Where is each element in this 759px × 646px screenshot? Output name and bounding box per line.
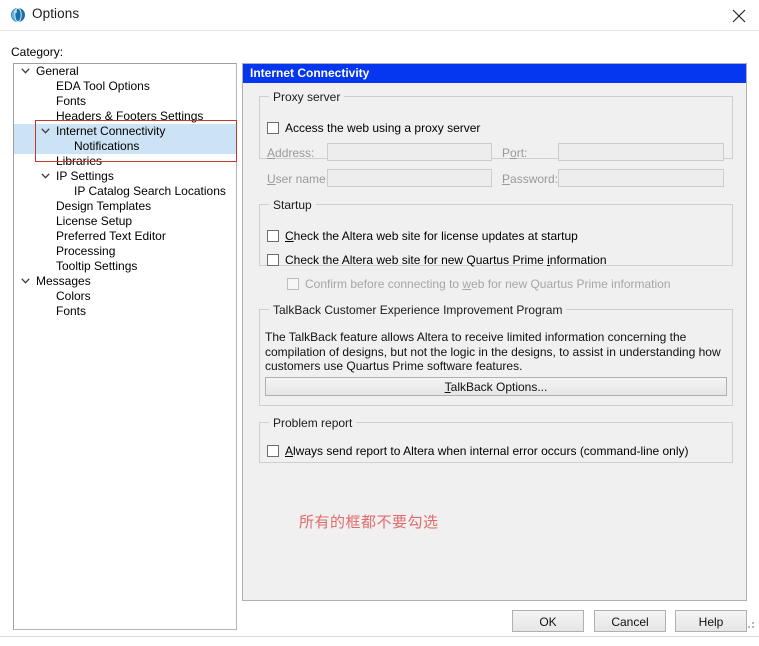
- tree-item[interactable]: Fonts: [14, 94, 236, 109]
- problem-report-group-title: Problem report: [269, 416, 357, 430]
- check-quartus-info-row[interactable]: Check the Altera web site for new Quartu…: [267, 253, 607, 267]
- talkback-group-title: TalkBack Customer Experience Improvement…: [269, 303, 567, 317]
- tree-item-label: Preferred Text Editor: [56, 229, 166, 243]
- resize-grip[interactable]: [744, 618, 756, 630]
- proxy-password-label: Password:: [502, 172, 559, 186]
- category-label: Category:: [11, 45, 64, 59]
- tree-item[interactable]: Headers & Footers Settings: [14, 109, 236, 124]
- tree-item[interactable]: Libraries: [14, 154, 236, 169]
- chevron-down-icon[interactable]: [38, 169, 52, 184]
- window-titlebar: Options: [0, 0, 759, 31]
- tree-item-label: EDA Tool Options: [56, 79, 150, 93]
- chevron-down-icon[interactable]: [18, 64, 32, 79]
- tree-item-label: License Setup: [56, 214, 133, 228]
- tree-item-label: Colors: [56, 289, 91, 303]
- window-title: Options: [32, 6, 80, 21]
- check-license-updates-checkbox[interactable]: [267, 230, 279, 242]
- tree-item[interactable]: Colors: [14, 289, 236, 304]
- ok-button[interactable]: OK: [512, 610, 584, 632]
- confirm-before-connect-checkbox: [287, 278, 299, 290]
- ok-button-label: OK: [539, 615, 557, 629]
- tree-item-label: IP Catalog Search Locations: [74, 184, 226, 198]
- always-send-report-checkbox[interactable]: [267, 445, 279, 457]
- talkback-options-button-label: TalkBack Options...: [444, 380, 548, 394]
- check-license-updates-row[interactable]: Check the Altera web site for license up…: [267, 229, 578, 243]
- tree-item-label: Libraries: [56, 154, 103, 168]
- tree-item[interactable]: General: [14, 64, 236, 79]
- category-tree[interactable]: General EDA Tool Options Fonts Headers & Fo…: [13, 63, 237, 630]
- proxy-server-group-title: Proxy server: [269, 90, 345, 104]
- cancel-button-label: Cancel: [611, 615, 649, 629]
- dialog-footer: OK Cancel Help: [0, 610, 759, 634]
- proxy-port-label: Port:: [502, 146, 528, 160]
- tree-item[interactable]: IP Settings: [14, 169, 236, 184]
- check-license-updates-label: Check the Altera web site for license up…: [285, 229, 578, 243]
- tree-item[interactable]: Notifications: [14, 139, 236, 154]
- tree-item-label: Messages: [36, 274, 91, 288]
- tree-item-label: Design Templates: [56, 199, 152, 213]
- tree-item[interactable]: Tooltip Settings: [14, 259, 236, 274]
- close-icon[interactable]: [719, 0, 759, 30]
- check-quartus-info-checkbox[interactable]: [267, 254, 279, 266]
- startup-group-title: Startup: [269, 198, 316, 212]
- cancel-button[interactable]: Cancel: [594, 610, 666, 632]
- panel-header-title: Internet Connectivity: [243, 64, 746, 83]
- tree-item[interactable]: Messages: [14, 274, 236, 289]
- tree-item[interactable]: License Setup: [14, 214, 236, 229]
- tree-item[interactable]: Internet Connectivity: [14, 124, 236, 139]
- footer-divider: [0, 636, 759, 637]
- tree-item[interactable]: Design Templates: [14, 199, 236, 214]
- tree-item-label: IP Settings: [56, 169, 114, 183]
- proxy-address-input[interactable]: [327, 143, 492, 161]
- tree-item[interactable]: IP Catalog Search Locations: [14, 184, 236, 199]
- proxy-username-label: User name:: [267, 172, 330, 186]
- confirm-before-connect-row: Confirm before connecting to web for new…: [287, 277, 671, 291]
- help-button-label: Help: [698, 615, 724, 629]
- help-button[interactable]: Help: [675, 610, 747, 632]
- talkback-options-button[interactable]: TalkBack Options...: [265, 377, 727, 396]
- tree-item-label: General: [36, 64, 79, 78]
- proxy-username-input[interactable]: [327, 169, 492, 187]
- tree-item[interactable]: Processing: [14, 244, 236, 259]
- tree-item-label: Headers & Footers Settings: [56, 109, 204, 123]
- tree-item-label: Notifications: [74, 139, 140, 153]
- tree-item[interactable]: Preferred Text Editor: [14, 229, 236, 244]
- proxy-port-input[interactable]: [558, 143, 724, 161]
- tree-item-label: Internet Connectivity: [56, 124, 166, 138]
- proxy-password-input[interactable]: [558, 169, 724, 187]
- always-send-report-label: Always send report to Altera when intern…: [285, 444, 689, 458]
- proxy-address-label: Address:: [267, 146, 315, 160]
- talkback-description: The TalkBack feature allows Altera to re…: [265, 330, 721, 373]
- proxy-enable-label: Access the web using a proxy server: [285, 121, 481, 135]
- tree-item[interactable]: Fonts: [14, 304, 236, 319]
- quartus-sphere-icon: [10, 7, 26, 23]
- confirm-before-connect-label: Confirm before connecting to web for new…: [305, 277, 671, 291]
- tree-item[interactable]: EDA Tool Options: [14, 79, 236, 94]
- tree-item-label: Processing: [56, 244, 116, 258]
- tree-item-label: Tooltip Settings: [56, 259, 138, 273]
- proxy-enable-checkbox-row[interactable]: Access the web using a proxy server: [267, 121, 480, 135]
- chinese-annotation-text: 所有的框都不要勾选: [299, 513, 439, 531]
- always-send-report-row[interactable]: Always send report to Altera when intern…: [267, 444, 689, 458]
- chevron-down-icon[interactable]: [38, 124, 52, 139]
- tree-item-label: Fonts: [56, 304, 87, 318]
- tree-item-label: Fonts: [56, 94, 87, 108]
- chevron-down-icon[interactable]: [18, 274, 32, 289]
- check-quartus-info-label: Check the Altera web site for new Quartu…: [285, 253, 607, 267]
- proxy-enable-checkbox[interactable]: [267, 122, 279, 134]
